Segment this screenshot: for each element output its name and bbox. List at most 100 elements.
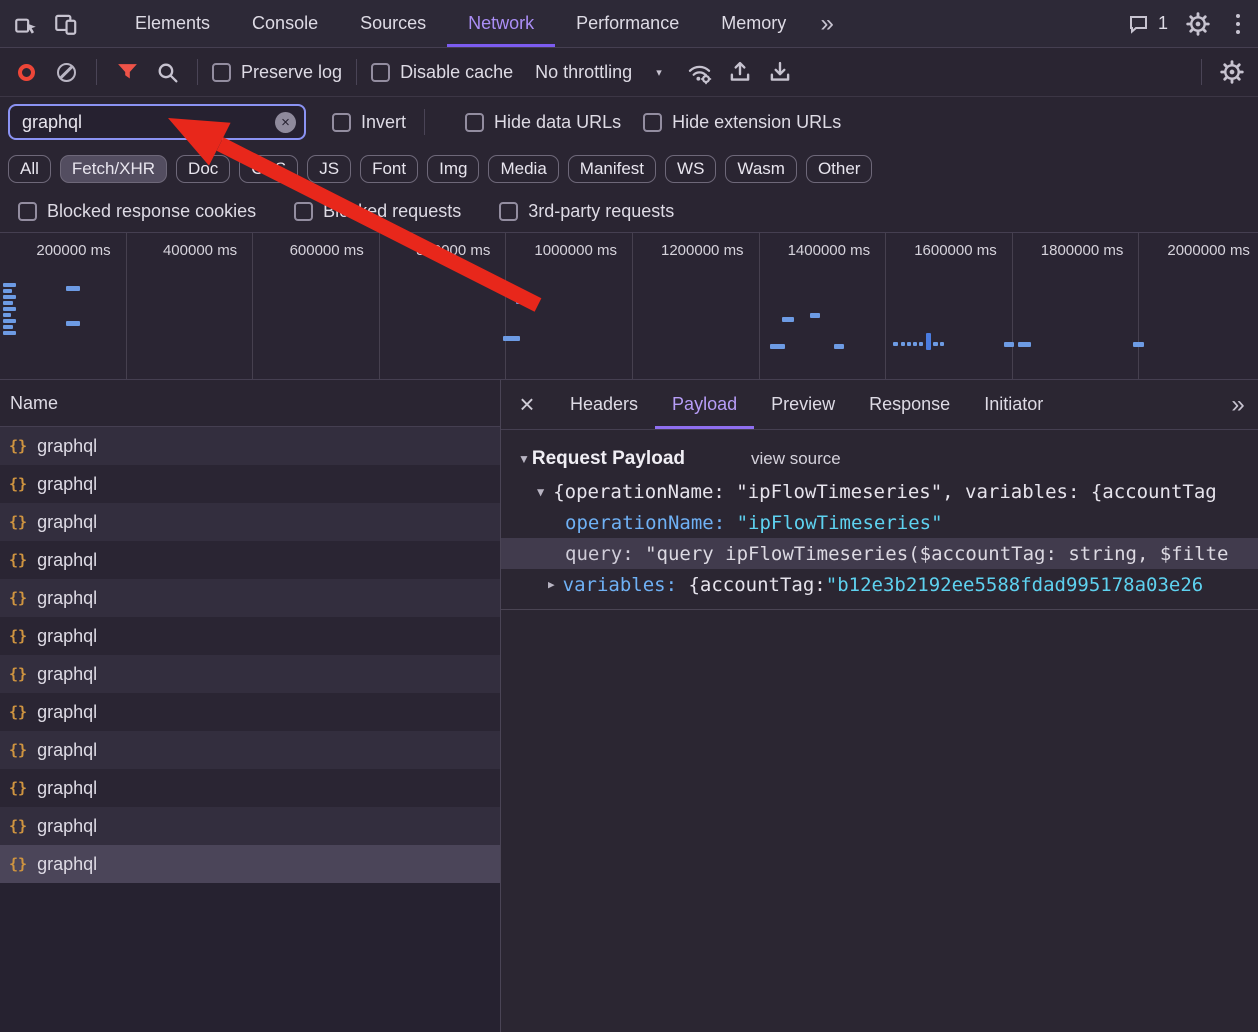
chip-fetch-xhr[interactable]: Fetch/XHR [60,155,167,183]
request-row[interactable]: {}graphql [0,427,500,465]
request-row[interactable]: {}graphql [0,807,500,845]
timeline-tick: 1200000 ms [633,233,760,379]
expand-triangle-icon: ▶ [548,578,555,591]
import-har-icon[interactable] [720,48,760,96]
payload-root-preview: {operationName: "ipFlowTimeseries", vari… [553,481,1216,503]
detail-tab-headers[interactable]: Headers [553,380,655,429]
settings-gear-icon[interactable] [1178,0,1218,47]
name-column-header[interactable]: Name [0,380,500,427]
3rd-party-requests-checkbox[interactable]: 3rd-party requests [495,201,678,222]
chip-manifest[interactable]: Manifest [568,155,656,183]
more-detail-tabs-icon[interactable]: » [1218,380,1258,429]
toolbar-separator [96,59,97,85]
payload-operationname-row[interactable]: operationName: "ipFlowTimeseries" [501,507,1258,538]
request-payload-section[interactable]: ▼ Request Payload view source [501,442,1258,476]
request-row[interactable]: {} graphql [0,769,500,807]
tab-sources[interactable]: Sources [339,0,447,47]
checkbox-box [465,113,484,132]
timeline-tick: 200000 ms [0,233,127,379]
waterfall-mark [893,342,898,346]
export-har-icon[interactable] [760,48,800,96]
detail-tabs: HeadersPayloadPreviewResponseInitiator [553,380,1060,429]
chip-other[interactable]: Other [806,155,873,183]
request-row[interactable]: {}graphql [0,465,500,503]
payload-query-row[interactable]: query: "query ipFlowTimeseries($accountT… [501,538,1258,569]
clear-network-log-button[interactable] [46,48,86,96]
chip-js[interactable]: JS [307,155,351,183]
view-source-link[interactable]: view source [751,449,841,469]
inspect-element-icon[interactable] [6,0,46,47]
waterfall-mark [3,313,11,317]
detail-tab-response[interactable]: Response [852,380,967,429]
blocked-requests-checkbox[interactable]: Blocked requests [290,201,465,222]
payload-view: ▼ Request Payload view source ▼ {operati… [501,430,1258,610]
payload-key: variables: [563,574,677,596]
detail-tab-preview[interactable]: Preview [754,380,852,429]
json-request-icon: {} [9,627,27,645]
json-request-icon: {} [9,779,27,797]
json-request-icon: {} [9,855,27,873]
record-network-log-button[interactable] [6,48,46,96]
disable-cache-checkbox[interactable]: Disable cache [367,62,517,83]
chip-font[interactable]: Font [360,155,418,183]
network-settings-gear-icon[interactable] [1212,48,1252,96]
throttling-select[interactable]: No throttling ▾ [517,62,680,83]
detail-tab-payload[interactable]: Payload [655,380,754,429]
more-panels-icon[interactable]: » [807,0,847,47]
timeline-tick: 400000 ms [127,233,254,379]
tab-memory[interactable]: Memory [700,0,807,47]
preserve-log-checkbox[interactable]: Preserve log [208,62,346,83]
tab-console[interactable]: Console [231,0,339,47]
chip-css[interactable]: CSS [239,155,298,183]
request-row[interactable]: {}graphql [0,503,500,541]
network-conditions-icon[interactable] [680,48,720,96]
issues-button[interactable]: 1 [1117,0,1178,47]
filter-funnel-icon[interactable] [107,48,147,96]
payload-variables-row[interactable]: ▶ variables: {accountTag: "b12e3b2192ee5… [501,569,1258,600]
hide-extension-urls-checkbox[interactable]: Hide extension URLs [639,112,845,133]
request-row[interactable]: {}graphql [0,693,500,731]
chevron-down-icon: ▾ [656,66,662,79]
payload-root-row[interactable]: ▼ {operationName: "ipFlowTimeseries", va… [501,476,1258,507]
timeline-tick: 1600000 ms [886,233,1013,379]
waterfall-mark [1133,342,1144,347]
device-toolbar-icon[interactable] [46,0,86,47]
request-row[interactable]: {}graphql [0,731,500,769]
request-row[interactable]: {}graphql [0,845,500,883]
disable-cache-label: Disable cache [400,62,513,83]
close-detail-icon[interactable]: × [501,380,553,429]
menu-kebab-icon[interactable] [1218,0,1258,47]
filter-input[interactable] [20,111,275,134]
tab-network[interactable]: Network [447,0,555,47]
payload-value-prefix: {accountTag: [688,574,825,596]
json-request-icon: {} [9,437,27,455]
request-row[interactable]: {}graphql [0,579,500,617]
request-type-chips: All Fetch/XHR Doc CSS JS Font Img Media Manifest… [0,147,1258,190]
toolbar-separator [197,59,198,85]
chip-all[interactable]: All [8,155,51,183]
hide-data-urls-checkbox[interactable]: Hide data URLs [461,112,625,133]
checkbox-box [212,63,231,82]
request-name: graphql [37,778,97,799]
chip-media[interactable]: Media [488,155,558,183]
chip-img[interactable]: Img [427,155,479,183]
payload-section-title: Request Payload [532,448,685,470]
request-name: graphql [37,664,97,685]
tab-elements[interactable]: Elements [114,0,231,47]
chip-doc[interactable]: Doc [176,155,230,183]
payload-key: query: [565,543,634,565]
request-row[interactable]: {}graphql [0,541,500,579]
detail-tab-initiator[interactable]: Initiator [967,380,1060,429]
tab-performance[interactable]: Performance [555,0,700,47]
waterfall-mark [3,325,13,329]
timeline-overview[interactable]: 200000 ms400000 ms600000 ms800000 ms1000… [0,232,1258,380]
search-icon[interactable] [147,48,187,96]
invert-checkbox[interactable]: Invert [328,112,410,133]
clear-filter-icon[interactable]: × [275,112,296,133]
blocked-response-cookies-checkbox[interactable]: Blocked response cookies [14,201,260,222]
kebab-dots [1220,14,1256,34]
chip-wasm[interactable]: Wasm [725,155,797,183]
request-row[interactable]: {}graphql [0,655,500,693]
request-row[interactable]: {}graphql [0,617,500,655]
chip-ws[interactable]: WS [665,155,716,183]
